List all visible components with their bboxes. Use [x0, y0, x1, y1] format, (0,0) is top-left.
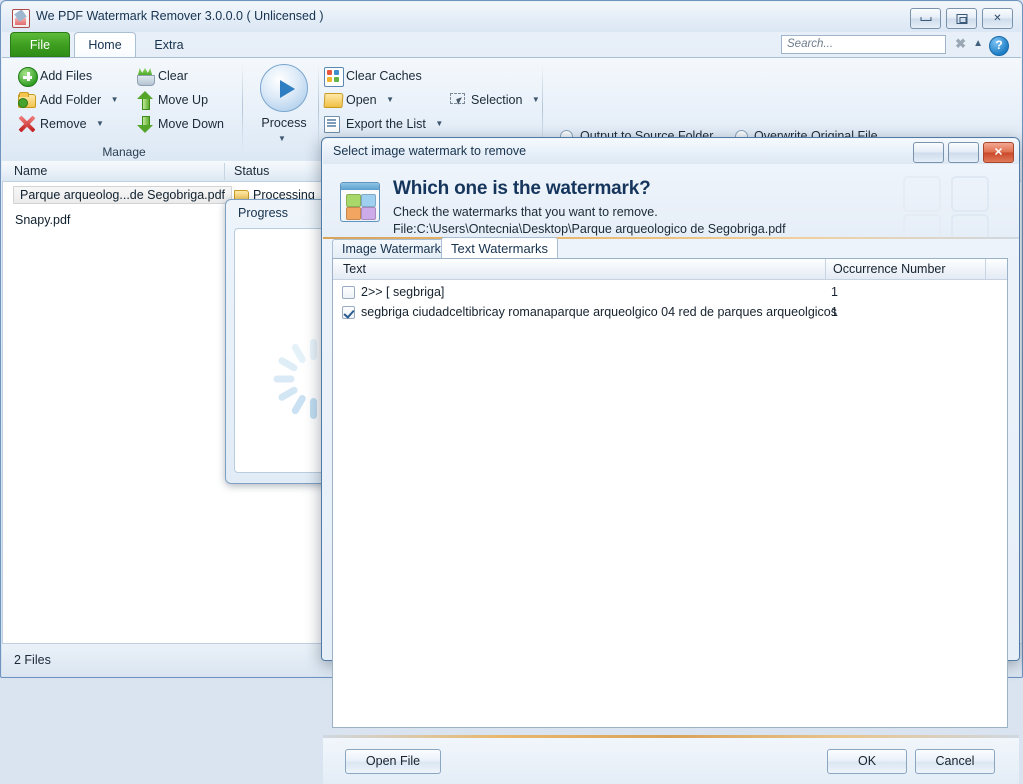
dialog-file-path: File:C:\Users\Ontecnia\Desktop\Parque ar… [393, 222, 786, 236]
dialog-window-controls: ✕ [913, 142, 1014, 163]
watermark-text: 2>> [ segbriga] [361, 285, 444, 299]
cancel-button[interactable]: Cancel [915, 749, 995, 774]
close-button[interactable]: ✕ [982, 8, 1013, 29]
app-icon [12, 9, 30, 28]
column-header-text[interactable]: Text [343, 262, 366, 276]
column-header-name[interactable]: Name [14, 164, 47, 178]
application-window: We PDF Watermark Remover 3.0.0.0 ( Unlic… [0, 0, 1023, 678]
watermark-occurrences: 1 [831, 305, 838, 319]
file-count-label: 2 Files [14, 653, 51, 667]
tab-image-watermarks[interactable]: Image Watermarks [332, 239, 457, 259]
column-divider[interactable] [985, 259, 986, 279]
dialog-footer: Open File OK Cancel [323, 738, 1019, 784]
open-file-button[interactable]: Open File [345, 749, 441, 774]
minimize-icon [920, 17, 931, 21]
dialog-tab-bar: Image Watermarks Text Watermarks [332, 239, 1008, 259]
collapse-ribbon-icon[interactable]: ▲ [973, 38, 983, 49]
ribbon-tab-bar: File Home Extra Search... ✖ ▲ ? [2, 32, 1021, 57]
decorative-square [951, 176, 989, 212]
title-bar: We PDF Watermark Remover 3.0.0.0 ( Unlic… [2, 2, 1021, 32]
watermark-window-icon [340, 182, 380, 222]
tab-text-watermarks[interactable]: Text Watermarks [441, 237, 558, 259]
watermark-dialog: Select image watermark to remove ✕ Which… [321, 137, 1020, 661]
icon-titlebar [341, 183, 379, 190]
search-placeholder: Search... [782, 36, 945, 52]
file-name: Parque arqueolog...de Segobriga.pdf [13, 186, 232, 204]
search-input[interactable]: Search... [781, 35, 946, 54]
tab-home[interactable]: Home [74, 32, 136, 57]
progress-title: Progress [238, 206, 288, 220]
window-controls: ✕ [910, 8, 1013, 29]
dialog-minimize-button[interactable] [913, 142, 944, 163]
minimize-button[interactable] [910, 8, 941, 29]
watermark-text: segbriga ciudadceltibricay romanaparque … [361, 305, 837, 319]
list-item[interactable]: segbriga ciudadceltibricay romanaparque … [333, 303, 1007, 322]
icon-square-purple [361, 207, 376, 220]
column-header-occurrence[interactable]: Occurrence Number [833, 262, 946, 276]
dialog-title-bar: Select image watermark to remove ✕ [323, 139, 1019, 164]
close-icon: ✕ [993, 14, 1001, 24]
decorative-square [951, 214, 989, 239]
watermark-checkbox[interactable] [342, 286, 355, 299]
tab-extra[interactable]: Extra [138, 32, 200, 57]
dialog-title: Select image watermark to remove [333, 144, 526, 158]
dialog-header: Which one is the watermark? Check the wa… [323, 164, 1019, 239]
file-name: Snapy.pdf [15, 213, 70, 227]
maximize-button[interactable] [946, 8, 977, 29]
icon-square-green [346, 194, 361, 207]
dialog-maximize-button[interactable] [948, 142, 979, 163]
watermark-checkbox[interactable] [342, 306, 355, 319]
icon-square-orange [346, 207, 361, 220]
clear-search-icon[interactable]: ✖ [955, 36, 966, 52]
tab-file[interactable]: File [10, 32, 70, 57]
dialog-close-button[interactable]: ✕ [983, 142, 1014, 163]
maximize-icon [956, 14, 967, 24]
column-divider[interactable] [825, 259, 826, 279]
decorative-square [903, 214, 941, 239]
dialog-heading: Which one is the watermark? [393, 178, 651, 200]
dialog-subtitle: Check the watermarks that you want to re… [393, 205, 658, 219]
ok-button[interactable]: OK [827, 749, 907, 774]
watermark-list: Text Occurrence Number 2>> [ segbriga] 1… [332, 258, 1008, 728]
list-item[interactable]: 2>> [ segbriga] 1 [333, 283, 1007, 302]
close-icon: ✕ [994, 147, 1003, 158]
chevron-down-icon[interactable]: ▼ [532, 88, 540, 112]
watermark-occurrences: 1 [831, 285, 838, 299]
icon-square-blue [361, 194, 376, 207]
decorative-square [903, 176, 941, 212]
window-title: We PDF Watermark Remover 3.0.0.0 ( Unlic… [36, 9, 324, 23]
column-header-status[interactable]: Status [234, 164, 269, 178]
watermark-list-header: Text Occurrence Number [333, 259, 1007, 280]
help-icon[interactable]: ? [989, 36, 1009, 56]
column-divider[interactable] [224, 163, 225, 180]
